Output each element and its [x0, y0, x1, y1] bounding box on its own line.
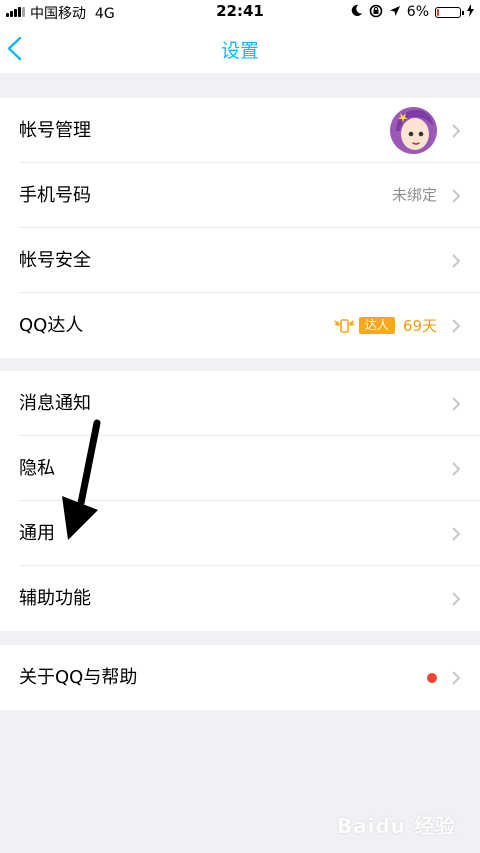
rotation-lock-icon [369, 4, 383, 21]
navigation-bar: 设置 [0, 24, 480, 73]
chevron-right-icon [452, 397, 461, 411]
row-label: QQ达人 [19, 315, 84, 336]
chevron-right-icon [452, 462, 461, 476]
phone-status: 未绑定 [391, 186, 437, 204]
chevron-right-icon [452, 592, 461, 606]
avatar [390, 107, 437, 154]
daren-badge: 达人 [358, 317, 395, 334]
row-account-management[interactable]: 帐号管理 [0, 98, 480, 163]
row-label: 帐号管理 [19, 120, 91, 141]
location-icon [389, 5, 401, 20]
row-accessibility[interactable]: 辅助功能 [0, 566, 480, 631]
row-phone-number[interactable]: 手机号码 未绑定 [0, 163, 480, 228]
settings-group-account: 帐号管理 手机号码 未绑定 帐号安全 QQ达人 达人 69天 [0, 98, 480, 358]
settings-group-about: 关于QQ与帮助 [0, 645, 480, 710]
row-label: 辅助功能 [19, 588, 91, 609]
charging-icon [467, 4, 474, 20]
row-label: 帐号安全 [19, 250, 91, 271]
row-account-security[interactable]: 帐号安全 [0, 228, 480, 293]
moon-icon [350, 4, 363, 20]
row-qq-daren[interactable]: QQ达人 达人 69天 [0, 293, 480, 358]
battery-percent: 6% [406, 4, 429, 20]
watermark: Baidu 经验 [336, 814, 456, 838]
daren-days: 69天 [402, 317, 437, 335]
winged-phone-icon [333, 318, 355, 333]
annotation-arrow-icon [62, 419, 101, 540]
status-icons: 6% [350, 3, 474, 21]
daren-badge-group: 达人 69天 [333, 293, 437, 358]
page-title: 设置 [220, 40, 259, 62]
battery-icon [435, 6, 464, 18]
chevron-right-icon [452, 527, 461, 541]
chevron-right-icon [452, 189, 461, 203]
row-label: 手机号码 [19, 185, 91, 206]
row-about-help[interactable]: 关于QQ与帮助 [0, 645, 480, 710]
status-bar: 中国移动 4G 22:41 6% [0, 0, 480, 24]
chevron-right-icon [452, 671, 461, 685]
chevron-right-icon [452, 254, 461, 268]
new-indicator-dot [427, 673, 437, 683]
chevron-right-icon [452, 319, 461, 333]
chevron-right-icon [452, 124, 461, 138]
row-label: 关于QQ与帮助 [19, 667, 138, 688]
